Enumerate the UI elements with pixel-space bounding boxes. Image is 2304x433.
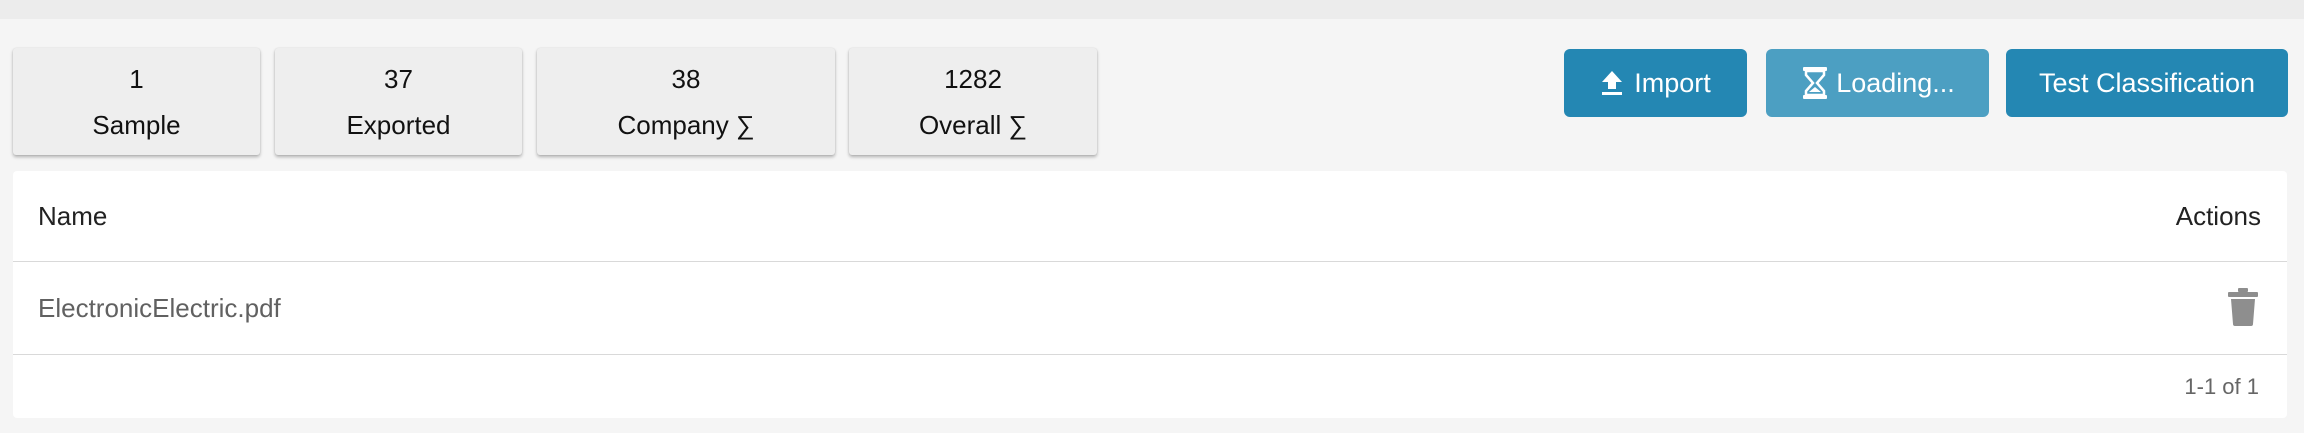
trash-icon — [2228, 287, 2258, 331]
table-header: Name Actions — [13, 171, 2287, 262]
stat-value: 38 — [671, 63, 701, 94]
documents-table: Name Actions ElectronicElectric.pdf 1-1 … — [13, 171, 2287, 418]
column-header-name[interactable]: Name — [38, 171, 107, 261]
stat-card-sample: 1 Sample — [13, 48, 260, 155]
stat-value: 1282 — [944, 63, 1002, 94]
file-name-cell: ElectronicElectric.pdf — [38, 293, 281, 323]
loading-button[interactable]: Loading... — [1766, 49, 1989, 117]
delete-button[interactable] — [2225, 287, 2261, 331]
stat-card-exported: 37 Exported — [275, 48, 522, 155]
column-header-actions: Actions — [2175, 201, 2261, 231]
import-label: Import — [1634, 67, 1711, 98]
table-row[interactable]: ElectronicElectric.pdf — [13, 262, 2287, 355]
import-button[interactable]: Import — [1564, 49, 1747, 117]
loading-label: Loading... — [1836, 67, 1955, 98]
top-bar — [0, 0, 2304, 19]
hourglass-icon — [1800, 65, 1830, 101]
stat-card-company-sum: 38 Company ∑ — [537, 48, 835, 155]
stat-value: 37 — [384, 63, 413, 94]
pagination-info: 1-1 of 1 — [2184, 374, 2259, 399]
stat-label: Overall ∑ — [918, 109, 1028, 140]
stat-label: Sample — [92, 109, 181, 140]
stat-value: 1 — [129, 63, 144, 94]
stat-label: Company ∑ — [617, 109, 755, 140]
test-classification-button[interactable]: Test Classification — [2006, 49, 2288, 117]
test-classification-label: Test Classification — [2038, 67, 2256, 98]
stat-label: Exported — [346, 109, 451, 140]
stat-card-overall-sum: 1282 Overall ∑ — [849, 48, 1097, 155]
upload-icon — [1600, 70, 1624, 96]
